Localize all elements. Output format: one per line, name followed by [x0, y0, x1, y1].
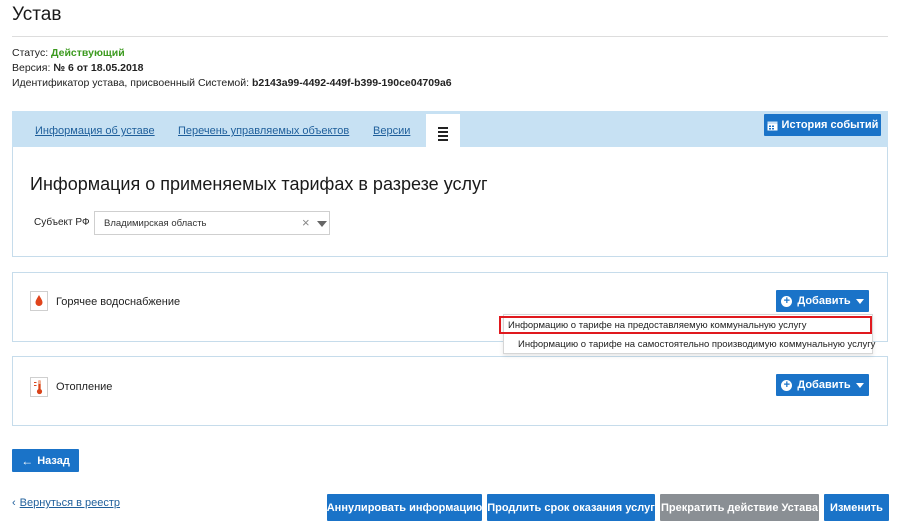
- dropdown-item-provided-tariff[interactable]: Информацию о тарифе на предоставляемую к…: [504, 320, 876, 331]
- status-value: Действующий: [51, 47, 125, 59]
- add-button-hot-water[interactable]: + Добавить: [776, 290, 869, 312]
- extend-button[interactable]: Продлить срок оказания услуг: [487, 494, 655, 521]
- service-label-hot-water: Горячее водоснабжение: [56, 296, 181, 308]
- return-to-registry-link[interactable]: ‹ Вернуться в реестр: [12, 497, 120, 509]
- subject-label: Субъект РФ: [34, 217, 90, 228]
- version-label: Версия:: [12, 62, 51, 74]
- add-button-label: Добавить: [797, 295, 851, 307]
- clear-icon[interactable]: ×: [302, 215, 310, 230]
- version-value: № 6 от 18.05.2018: [53, 62, 144, 74]
- status-label: Статус:: [12, 47, 49, 59]
- chevron-left-icon: ‹: [12, 497, 16, 509]
- calendar-icon: [767, 121, 778, 130]
- subject-select[interactable]: Владимирская область ×: [94, 211, 330, 235]
- terminate-button[interactable]: Прекратить действие Устава: [660, 494, 819, 521]
- service-card-heating: Отопление + Добавить: [12, 356, 888, 426]
- identifier-label: Идентификатор устава, присвоенный Систем…: [12, 77, 250, 89]
- back-button[interactable]: ← Назад: [12, 449, 79, 472]
- identifier-value: b2143a99-4492-449f-b399-190ce04709a6: [251, 77, 452, 89]
- tab-menu-active[interactable]: [426, 114, 460, 147]
- caret-down-icon: [855, 298, 864, 304]
- caret-down-icon: [855, 382, 864, 388]
- tariffs-heading: Информация о применяемых тарифах в разре…: [30, 174, 488, 194]
- back-button-label: Назад: [37, 454, 70, 467]
- page-title: Устав: [12, 4, 62, 25]
- water-drop-icon: [30, 291, 48, 311]
- tab-bar: Информация об уставе Перечень управляемы…: [12, 111, 888, 147]
- edit-button[interactable]: Изменить: [824, 494, 889, 521]
- tab-managed-objects[interactable]: Перечень управляемых объектов: [178, 125, 349, 137]
- thermometer-icon: [30, 377, 48, 397]
- history-button[interactable]: История событий: [764, 114, 881, 136]
- status-row: Статус: Действующий: [12, 47, 125, 59]
- add-dropdown-menu: Информацию о тарифе на предоставляемую к…: [499, 314, 876, 354]
- dropdown-item-self-produced-tariff[interactable]: Информацию о тарифе на самостоятельно пр…: [504, 339, 886, 350]
- subject-select-value: Владимирская область: [104, 218, 207, 229]
- identifier-row: Идентификатор устава, присвоенный Систем…: [12, 77, 452, 89]
- version-row: Версия: № 6 от 18.05.2018: [12, 62, 143, 74]
- plus-icon: +: [781, 379, 793, 391]
- service-label-heating: Отопление: [56, 381, 113, 393]
- add-button-label: Добавить: [797, 379, 851, 391]
- plus-icon: +: [781, 295, 793, 307]
- tab-charter-info[interactable]: Информация об уставе: [35, 125, 155, 137]
- menu-icon: [438, 127, 448, 143]
- arrow-left-icon: ←: [21, 453, 34, 468]
- history-button-label: История событий: [781, 119, 879, 131]
- annul-button[interactable]: Аннулировать информацию: [327, 494, 482, 521]
- chevron-down-icon[interactable]: [317, 221, 327, 227]
- title-divider: [12, 36, 888, 37]
- tab-versions[interactable]: Версии: [373, 125, 410, 137]
- add-button-heating[interactable]: + Добавить: [776, 374, 869, 396]
- return-link-label: Вернуться в реестр: [19, 497, 121, 509]
